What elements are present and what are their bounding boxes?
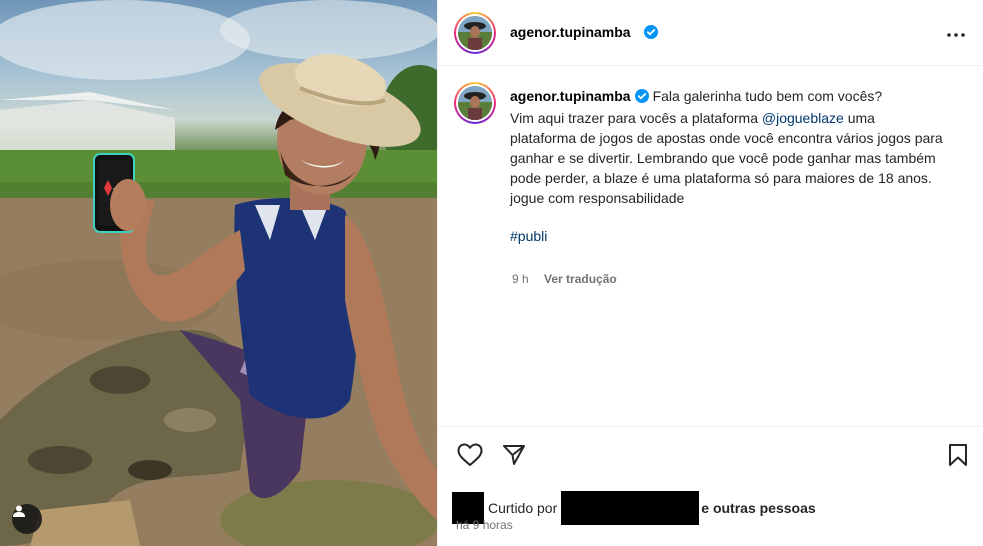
more-icon (947, 24, 965, 42)
caption-line2-suffix: uma (843, 110, 875, 126)
bookmark-icon (948, 443, 968, 472)
caption-section: agenor.tupinamba Fala galerinha tudo bem … (438, 66, 983, 426)
caption-username[interactable]: agenor.tupinamba (510, 88, 631, 104)
post-header: agenor.tupinamba (438, 0, 983, 66)
send-icon (502, 443, 526, 472)
liker-name-redacted (561, 491, 700, 525)
caption-first-line: Fala galerinha tudo bem com vocês? (652, 88, 883, 104)
post-timestamp[interactable]: há 9 horas (456, 518, 513, 532)
mention-link[interactable]: @jogueblaze (762, 110, 844, 126)
verified-badge-icon (644, 25, 658, 44)
like-button[interactable] (456, 443, 484, 471)
tagged-users-button[interactable] (12, 504, 42, 534)
heart-icon (457, 443, 483, 472)
translate-button[interactable]: Ver tradução (544, 272, 617, 286)
caption-closing: jogue com responsabilidade (510, 190, 685, 206)
post-photo[interactable]: blaze (0, 0, 437, 546)
save-button[interactable] (944, 443, 972, 471)
caption-meta: 9 h Ver tradução (512, 272, 617, 286)
author-avatar[interactable] (454, 12, 496, 54)
caption-body: plataforma de jogos de apostas onde você… (510, 130, 943, 186)
caption-author-avatar[interactable] (454, 82, 496, 124)
post-actions: Curtido por e outras pessoas há 9 horas (438, 426, 983, 546)
hashtag-link[interactable]: #publi (510, 228, 547, 244)
liked-by-prefix: Curtido por (488, 500, 558, 516)
post-details-panel: agenor.tupinamba agenor.tupinamba Fala g… (437, 0, 983, 546)
avatar-image (458, 86, 492, 120)
more-options-button[interactable] (944, 22, 968, 44)
liked-by-others-link[interactable]: e outras pessoas (701, 500, 815, 516)
verified-badge-icon (634, 88, 649, 108)
caption-time: 9 h (512, 272, 529, 286)
share-button[interactable] (500, 443, 528, 471)
caption-line2-prefix: Vim aqui trazer para vocês a plataforma (510, 110, 762, 126)
photo-scene: blaze (0, 0, 437, 546)
caption-text: agenor.tupinamba Fala galerinha tudo bem … (510, 86, 968, 246)
avatar-image (458, 16, 492, 50)
author-username[interactable]: agenor.tupinamba (510, 24, 631, 40)
